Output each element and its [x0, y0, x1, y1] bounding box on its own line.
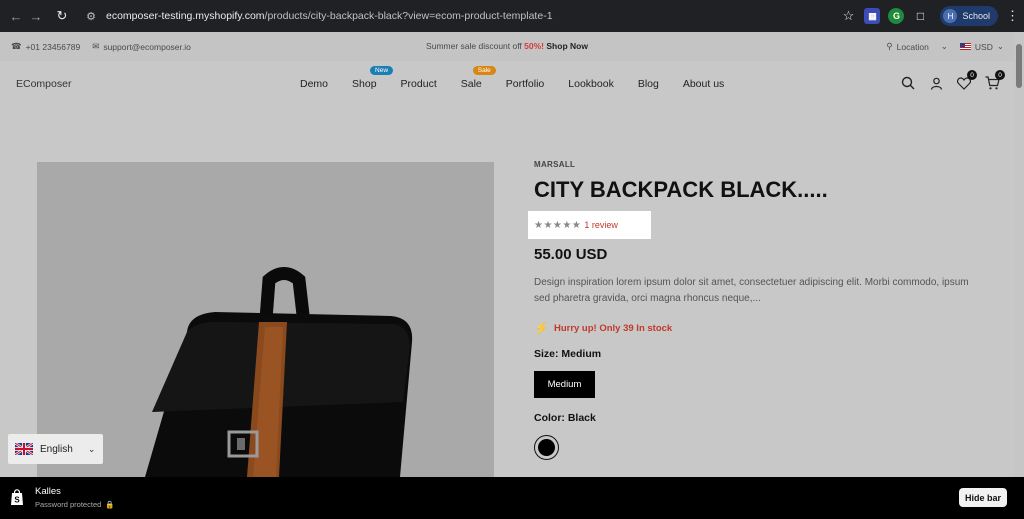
- shop-now-link[interactable]: Shop Now: [546, 41, 588, 51]
- color-label: Color: Black: [534, 412, 596, 424]
- scrollbar-thumb[interactable]: [1016, 44, 1022, 88]
- menu-item-about-us[interactable]: About us: [683, 78, 724, 90]
- product-brand[interactable]: MARSALL: [534, 160, 575, 169]
- wishlist-heart-icon[interactable]: 0: [956, 70, 977, 91]
- sale-badge: Sale: [472, 66, 496, 75]
- svg-text:S: S: [14, 496, 20, 505]
- site-info-icon[interactable]: ⚙: [84, 9, 98, 23]
- chevron-down-icon: ⌄: [87, 443, 96, 454]
- extension-translate-icon[interactable]: ▦: [864, 8, 881, 24]
- menu-item-blog[interactable]: Blog: [638, 78, 659, 90]
- rating-summary[interactable]: ★★★★★ 1 review: [528, 211, 651, 239]
- chevron-down-icon: ⌄: [940, 41, 948, 51]
- profile-name: School: [962, 11, 990, 21]
- chevron-down-icon: ⌄: [996, 41, 1004, 51]
- promo-percent: 50%!: [524, 41, 545, 51]
- product-price: 55.00 USD: [534, 246, 608, 263]
- star-rating-icon: ★★★★★: [534, 219, 582, 231]
- grammarly-extension-icon[interactable]: G: [888, 8, 905, 24]
- announcement-bar: ☎ +01 23456789 ✉ support@ecomposer.io Su…: [0, 32, 1014, 61]
- color-swatch-black[interactable]: [534, 435, 559, 460]
- search-icon[interactable]: [900, 75, 916, 91]
- menu-item-sale[interactable]: Sale Sale: [461, 66, 496, 90]
- reload-icon[interactable]: ↻: [52, 6, 72, 26]
- site-header: EComposer Demo Shop New Product Sale Sale …: [0, 61, 1014, 107]
- menu-item-lookbook[interactable]: Lookbook: [568, 78, 614, 90]
- shopify-bag-icon: S: [11, 489, 23, 505]
- extensions-puzzle-icon[interactable]: □: [912, 8, 928, 24]
- lock-icon: 🔒: [105, 500, 115, 509]
- promo-text: Summer sale discount off 50%! Shop Now: [426, 41, 588, 51]
- cart-count: 0: [995, 70, 1005, 80]
- product-title: CITY BACKPACK BLACK.....: [534, 177, 828, 202]
- browser-menu-icon[interactable]: ⋮: [1006, 8, 1019, 24]
- password-status: Password protected 🔒: [35, 500, 115, 509]
- profile-avatar: H: [943, 9, 958, 23]
- language-label: English: [40, 443, 73, 455]
- location-pin-icon: ⚲: [886, 41, 893, 51]
- currency-selector[interactable]: USD ⌄: [959, 41, 1004, 52]
- menu-item-portfolio[interactable]: Portfolio: [506, 78, 545, 90]
- size-option-medium[interactable]: Medium: [534, 371, 595, 398]
- menu-item-demo[interactable]: Demo: [300, 78, 328, 90]
- location-selector[interactable]: ⚲ Location ⌄: [886, 41, 948, 52]
- new-badge: New: [370, 66, 394, 75]
- hide-bar-button[interactable]: Hide bar: [958, 488, 1007, 507]
- address-bar[interactable]: ⚙ ecomposer-testing.myshopify.com/produc…: [84, 4, 784, 28]
- lightning-bolt-icon: ⚡: [534, 321, 549, 335]
- store-name: Kalles: [35, 486, 61, 497]
- store-preview-bar: S Kalles Password protected 🔒 Hide bar: [0, 477, 1024, 519]
- backpack-photo: [37, 162, 494, 477]
- back-arrow-icon[interactable]: ←: [6, 6, 26, 26]
- menu-item-product[interactable]: Product: [401, 78, 437, 90]
- product-image[interactable]: [37, 162, 494, 477]
- size-label: Size: Medium: [534, 348, 602, 360]
- account-icon[interactable]: [928, 75, 944, 91]
- browser-toolbar: ← → ↻ ⚙ ecomposer-testing.myshopify.com/…: [0, 0, 1024, 32]
- product-description: Design inspiration lorem ipsum dolor sit…: [534, 277, 969, 304]
- url-text: ecomposer-testing.myshopify.com/products…: [106, 10, 553, 22]
- stock-notice: ⚡ Hurry up! Only 39 In stock: [534, 321, 673, 335]
- uk-flag-icon: [15, 443, 33, 455]
- review-count-link[interactable]: 1 review: [584, 220, 618, 230]
- page-viewport: ☎ +01 23456789 ✉ support@ecomposer.io Su…: [0, 32, 1014, 477]
- wishlist-count: 0: [967, 70, 977, 80]
- profile-button[interactable]: H School: [940, 6, 998, 26]
- us-flag-icon: [959, 43, 971, 50]
- cart-icon[interactable]: 0: [984, 70, 1005, 91]
- bookmark-star-icon[interactable]: ☆: [840, 8, 856, 24]
- main-menu: Demo Shop New Product Sale Sale Portfolio …: [300, 66, 748, 90]
- language-selector[interactable]: English ⌄: [8, 434, 103, 464]
- menu-item-shop[interactable]: Shop New: [352, 66, 394, 90]
- site-logo[interactable]: EComposer: [16, 78, 71, 90]
- forward-arrow-icon[interactable]: →: [26, 6, 46, 26]
- page-scrollbar[interactable]: [1014, 32, 1024, 477]
